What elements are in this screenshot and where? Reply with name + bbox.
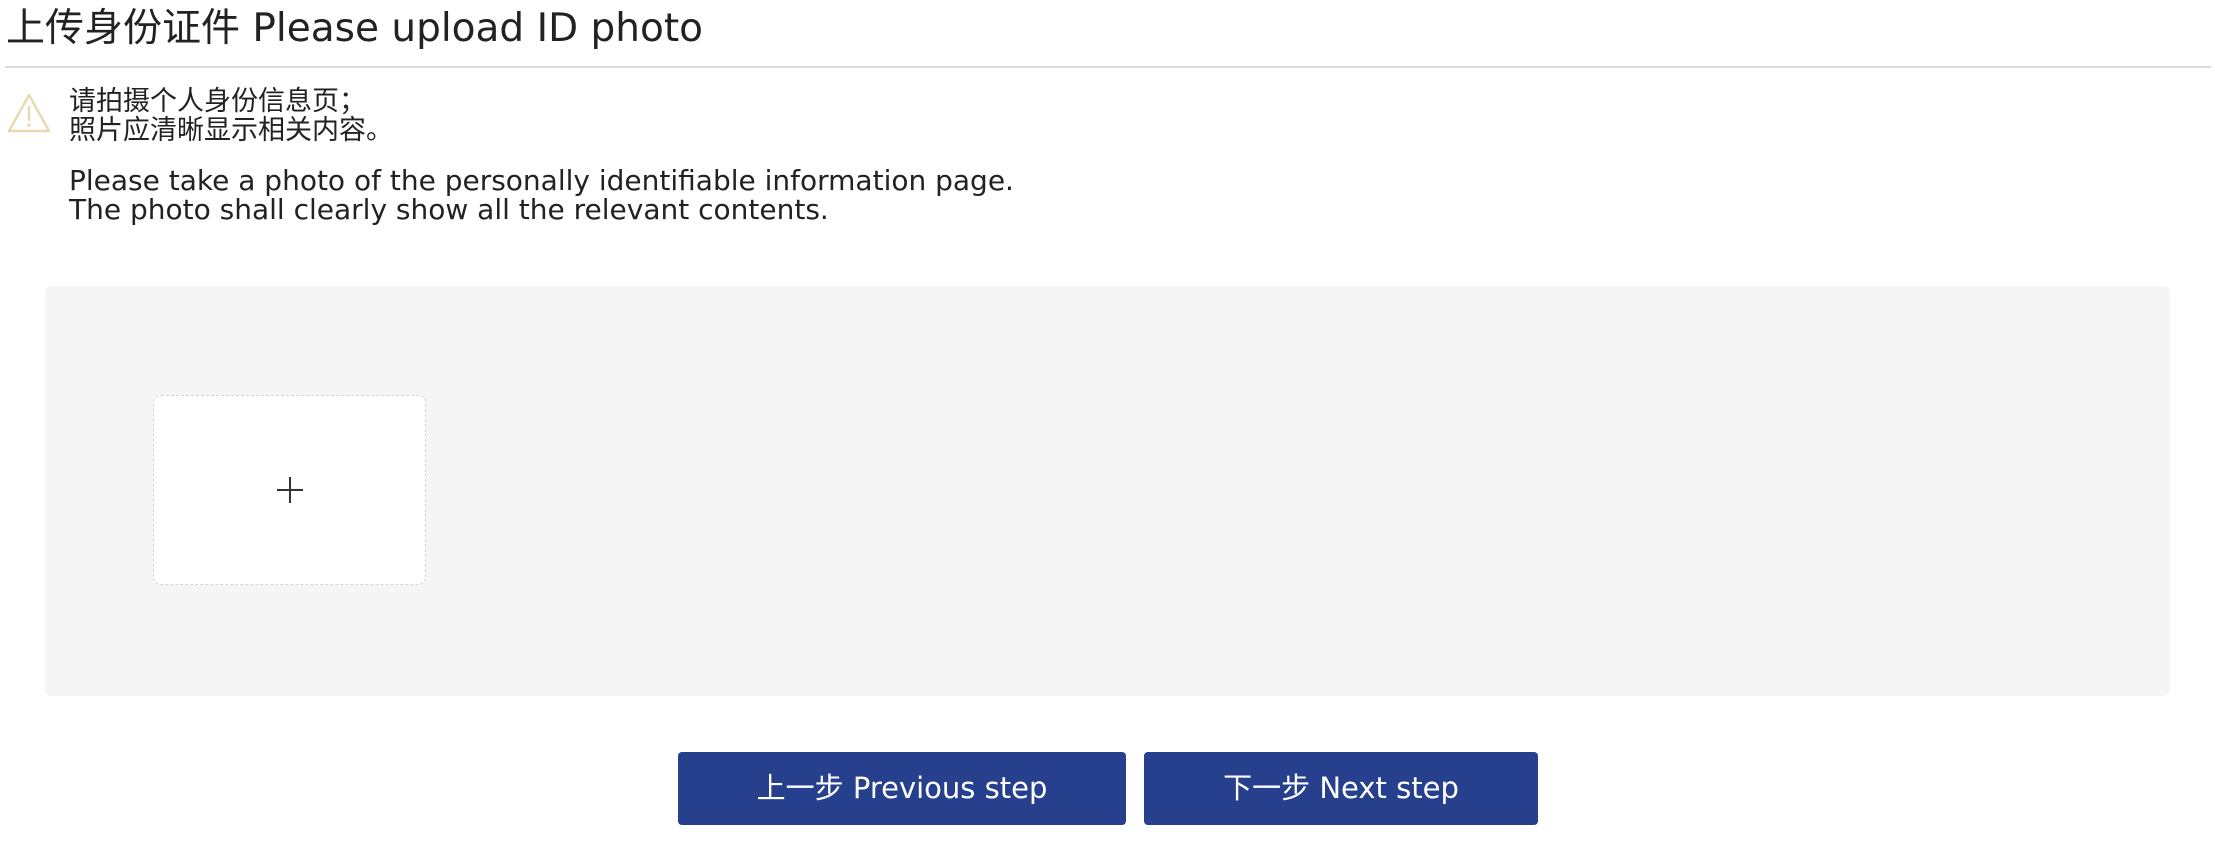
notice-zh-line-1: 请拍摄个人身份信息页；	[69, 86, 366, 117]
title-divider	[5, 66, 2211, 68]
warning-triangle-icon	[5, 91, 53, 137]
notice-zh-line-2: 照片应清晰显示相关内容。	[69, 115, 393, 146]
plus-icon	[276, 477, 303, 503]
next-step-button[interactable]: 下一步 Next step	[1144, 752, 1538, 825]
previous-step-button[interactable]: 上一步 Previous step	[678, 752, 1126, 825]
notice-en-line-2: The photo shall clearly show all the rel…	[69, 193, 829, 226]
notice-en-line-1: Please take a photo of the personally id…	[69, 164, 1014, 197]
page-title: 上传身份证件 Please upload ID photo	[6, 6, 703, 51]
upload-photo-button[interactable]	[153, 395, 426, 585]
notice-english: Please take a photo of the personally id…	[69, 166, 1014, 224]
notice-chinese: 请拍摄个人身份信息页； 照片应清晰显示相关内容。	[69, 87, 393, 145]
